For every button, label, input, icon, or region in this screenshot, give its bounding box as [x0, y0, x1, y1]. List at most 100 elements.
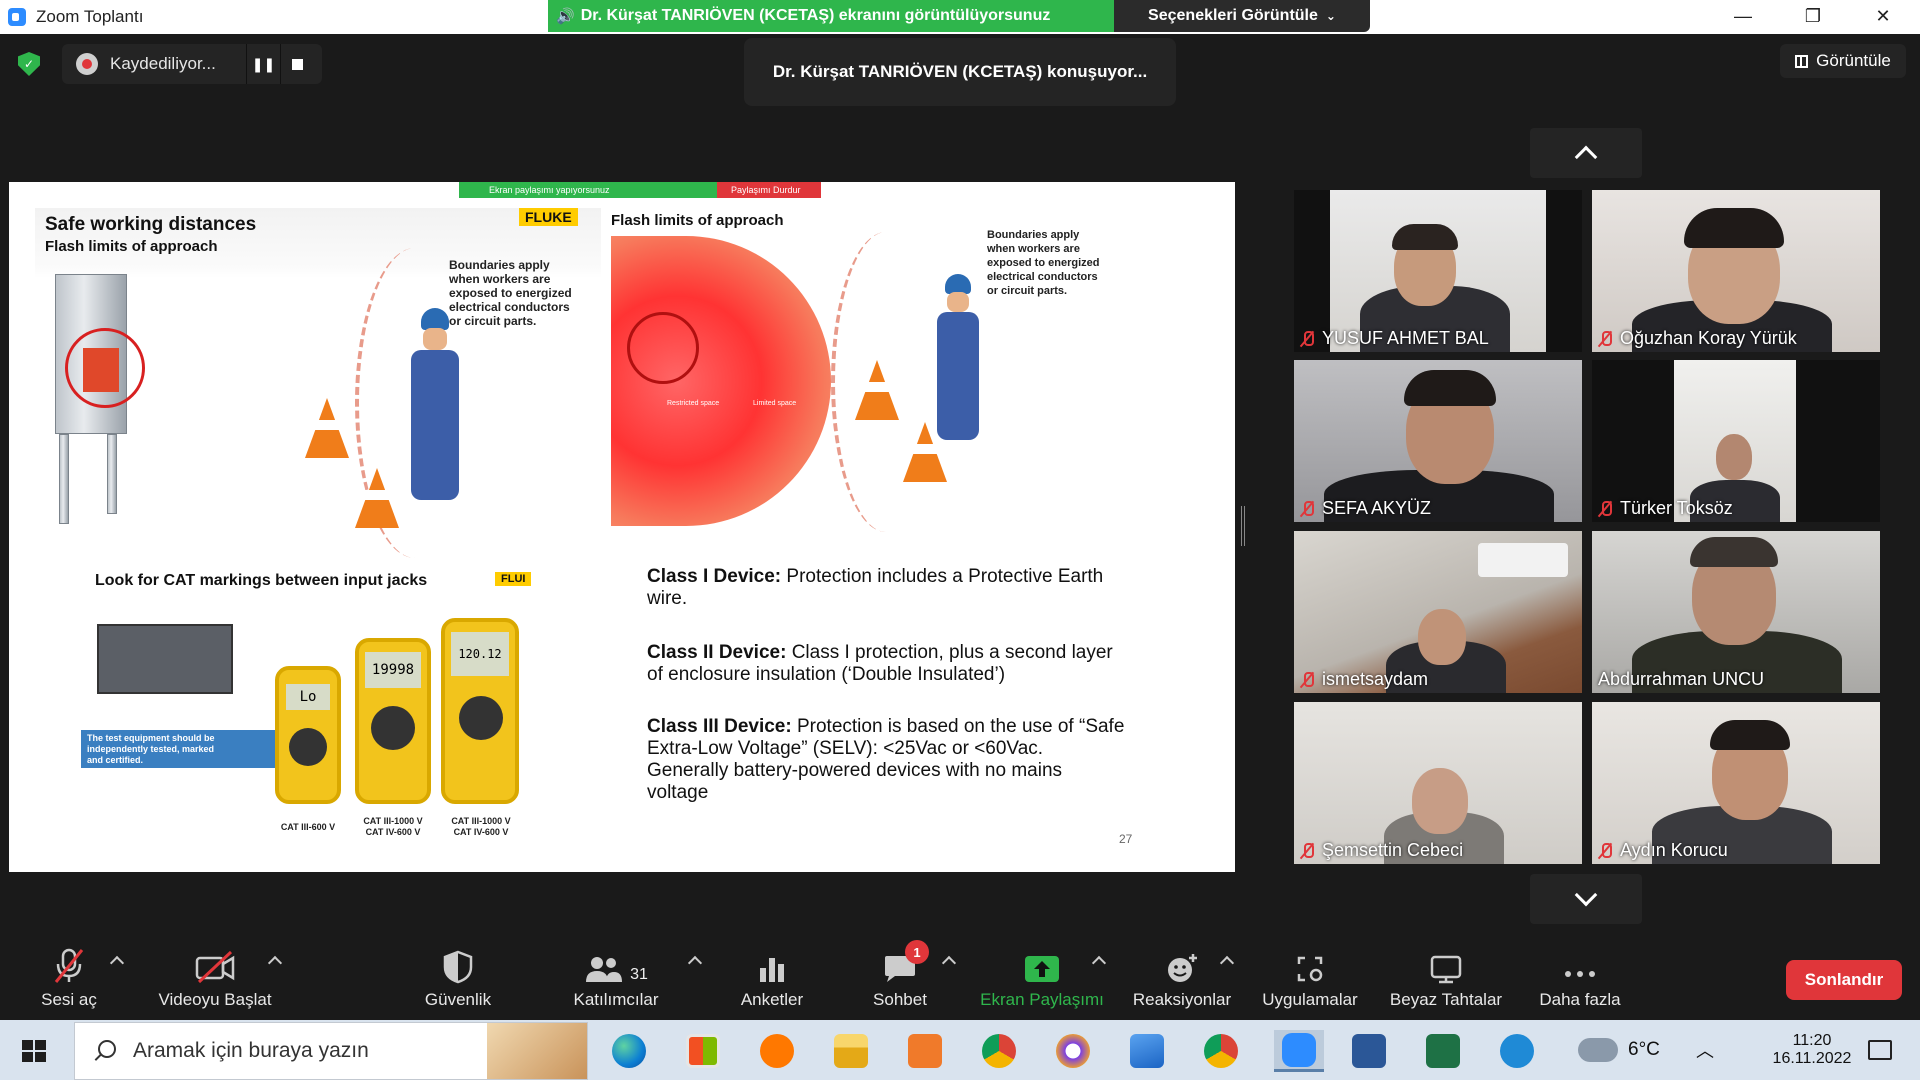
start-video-button[interactable]: Videoyu Başlat [150, 944, 280, 1016]
minimize-button[interactable]: — [1720, 0, 1766, 32]
word-icon[interactable] [1348, 1030, 1390, 1072]
traffic-cone [855, 360, 899, 420]
restricted-space-label: Restricted space [667, 400, 720, 407]
reactions-label: Reaksiyonlar [1132, 990, 1232, 1009]
exposed-panel [83, 348, 119, 392]
reactions-button[interactable]: Reaksiyonlar [1128, 944, 1236, 1016]
notifications-icon[interactable] [1868, 1020, 1892, 1080]
chevron-down-icon: ⌄ [1325, 9, 1336, 23]
panel-splitter[interactable] [1241, 506, 1245, 546]
windows-start-icon[interactable] [22, 1040, 46, 1062]
stop-recording-button[interactable] [280, 44, 314, 84]
gallery-prev-button[interactable] [1530, 128, 1642, 178]
close-button[interactable]: ✕ [1860, 0, 1906, 32]
zoom-app-icon [8, 8, 26, 26]
participant-tile[interactable]: SEFA AKYÜZ [1294, 360, 1582, 522]
chat-bubble-icon: 1 [883, 940, 929, 984]
video-off-icon [195, 944, 235, 984]
share-screen-icon [1023, 944, 1061, 984]
store-icon[interactable] [682, 1030, 724, 1072]
chat-options-caret[interactable] [941, 955, 957, 971]
chat-button[interactable]: 1 Sohbet [866, 940, 934, 1016]
more-button[interactable]: Daha fazla [1534, 944, 1626, 1016]
unmute-button[interactable]: Sesi aç [34, 944, 104, 1016]
help-icon[interactable] [1496, 1030, 1538, 1072]
gallery-next-button[interactable] [1530, 874, 1642, 924]
slide-panel-flash-limits: Flash limits of approach Restricted spac… [607, 212, 1107, 552]
chat-unread-badge: 1 [905, 940, 929, 964]
share-banner-text: Dr. Kürşat TANRIÖVEN (KCETAŞ) ekranını g… [580, 7, 1051, 24]
vpn-app-icon[interactable] [1052, 1030, 1094, 1072]
muted-mic-icon [1598, 330, 1612, 348]
stop-icon [292, 58, 303, 70]
participant-name: Türker Toksöz [1598, 498, 1733, 519]
unmute-label: Sesi aç [41, 990, 97, 1009]
participants-button[interactable]: 31 Katılımcılar [566, 944, 666, 1016]
muted-mic-icon [1598, 500, 1612, 518]
restore-button[interactable]: ❐ [1790, 0, 1836, 32]
cabinet-leg [107, 434, 117, 514]
polls-button[interactable]: Anketler [732, 944, 812, 1016]
view-options-label: Seçenekleri Görüntüle [1148, 7, 1318, 24]
zoom-taskbar-icon[interactable] [1274, 1030, 1324, 1072]
recording-indicator: Kaydediliyor... ❚❚ [62, 44, 322, 84]
pause-recording-button[interactable]: ❚❚ [246, 44, 280, 84]
panel-a-title: Safe working distances [45, 214, 257, 235]
avast-icon[interactable] [756, 1030, 798, 1072]
chrome-icon[interactable] [978, 1030, 1020, 1072]
participants-options-caret[interactable] [687, 955, 703, 971]
view-options-button[interactable]: Seçenekleri Görüntüle ⌄ [1114, 0, 1370, 32]
participant-tile[interactable]: YUSUF AHMET BAL [1294, 190, 1582, 352]
edge-icon[interactable] [608, 1030, 650, 1072]
participant-name: SEFA AKYÜZ [1300, 498, 1431, 519]
participant-tile[interactable]: Aydın Korucu [1592, 702, 1880, 864]
input-jacks-closeup [97, 624, 233, 694]
view-layout-button[interactable]: Görüntüle [1780, 44, 1906, 78]
mini-share-banner: Ekran paylaşımı yapıyorsunuz [459, 182, 721, 198]
taskbar-search-input[interactable]: Aramak için buraya yazın [74, 1022, 588, 1080]
worker-figure [933, 274, 983, 444]
muted-mic-icon [52, 944, 86, 984]
taskbar-clock[interactable]: 11:20 16.11.2022 [1752, 1020, 1872, 1080]
start-video-label: Videoyu Başlat [158, 990, 272, 1009]
muted-mic-icon [1300, 671, 1314, 689]
mail-icon[interactable] [1126, 1030, 1168, 1072]
rocket-app-icon[interactable] [904, 1030, 946, 1072]
participant-tile[interactable]: Türker Toksöz [1592, 360, 1880, 522]
search-icon [93, 1040, 116, 1062]
participant-name: ismetsaydam [1300, 669, 1428, 690]
panel-a-subtitle: Flash limits of approach [45, 238, 218, 255]
tray-expand-icon[interactable]: ︿ [1696, 1020, 1714, 1080]
polls-label: Anketler [740, 990, 804, 1009]
apps-button[interactable]: Uygulamalar [1258, 944, 1362, 1016]
excel-icon[interactable] [1422, 1030, 1464, 1072]
gallery-view-icon [1795, 54, 1809, 68]
muted-mic-icon [1598, 842, 1612, 860]
chrome-icon[interactable] [1200, 1030, 1242, 1072]
cat-label: CAT III-600 V [280, 822, 336, 832]
end-meeting-button[interactable]: Sonlandır [1786, 960, 1902, 1000]
weather-widget[interactable]: 6°C [1578, 1020, 1660, 1080]
fluke-logo: FLUI [495, 572, 532, 586]
multimeter: 19998 [355, 638, 431, 804]
participant-tile[interactable]: Oğuzhan Koray Yürük [1592, 190, 1880, 352]
apps-icon [1295, 944, 1325, 984]
recording-label: Kaydediliyor... [110, 54, 216, 73]
encryption-shield-icon[interactable]: ✓ [18, 52, 40, 76]
participant-name: Oğuzhan Koray Yürük [1598, 328, 1797, 349]
share-screen-button[interactable]: Ekran Paylaşımı [976, 944, 1108, 1016]
security-button[interactable]: Güvenlik [418, 944, 498, 1016]
whiteboards-button[interactable]: Beyaz Tahtalar [1388, 944, 1504, 1016]
cat-label: CAT III-1000 V CAT IV-600 V [451, 816, 511, 837]
share-screen-label: Ekran Paylaşımı [980, 990, 1104, 1009]
limited-space-label: Limited space [753, 400, 797, 407]
file-explorer-icon[interactable] [830, 1030, 872, 1072]
search-placeholder: Aramak için buraya yazın [133, 1039, 369, 1062]
audio-options-caret[interactable] [109, 955, 125, 971]
participant-tile[interactable]: ismetsaydam [1294, 531, 1582, 693]
muted-mic-icon [1300, 842, 1314, 860]
security-label: Güvenlik [424, 990, 492, 1009]
participant-tile[interactable]: Şemsettin Cebeci [1294, 702, 1582, 864]
panel-a-note: Boundaries apply when workers are exposed … [449, 258, 572, 328]
participant-tile[interactable]: Abdurrahman UNCU [1592, 531, 1880, 693]
